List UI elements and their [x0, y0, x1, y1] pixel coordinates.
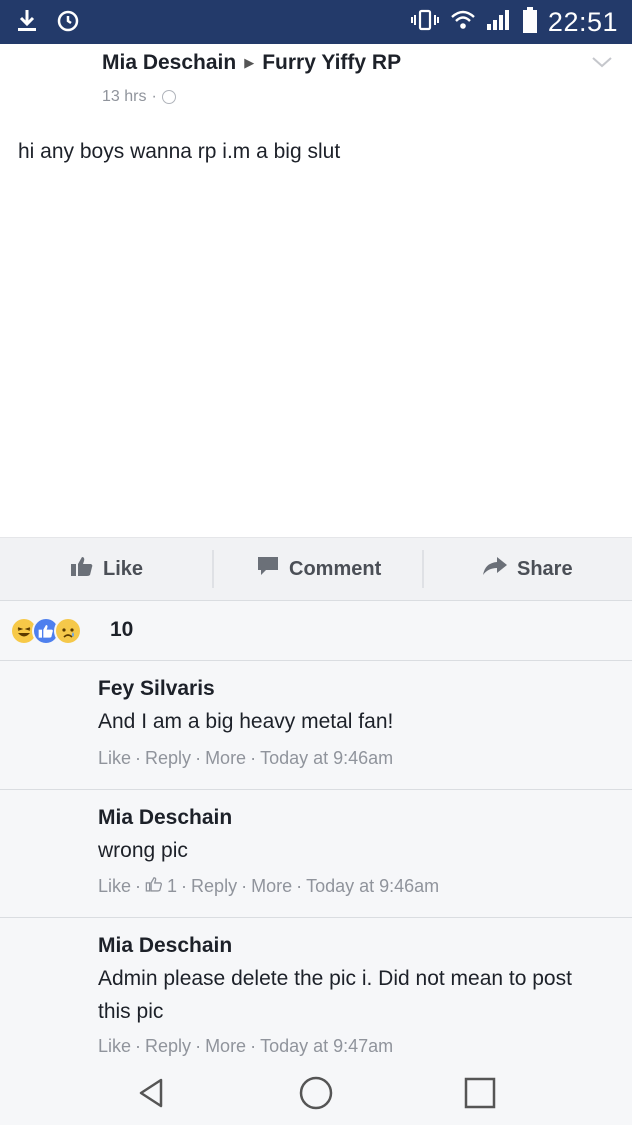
comment-likes-count[interactable]: 1 — [167, 876, 177, 897]
post-body-text: hi any boys wanna rp i.m a big slut — [18, 140, 341, 163]
comment-time[interactable]: Today at 9:47am — [260, 1036, 393, 1057]
separator: · — [135, 1036, 142, 1056]
share-arrow-icon — [482, 556, 508, 582]
comment-item: Mia Deschain wrong pic Like · 1 · Reply · M… — [0, 790, 632, 918]
recents-icon[interactable] — [460, 1073, 500, 1113]
comment-icon — [256, 555, 280, 583]
comment-item: Fey Silvaris And I am a big heavy metal … — [0, 661, 632, 790]
comment-actions: Like · 1 · Reply · More · Today at 9:46am — [98, 876, 439, 897]
comment-like-link[interactable]: Like — [98, 1036, 131, 1057]
arrow-right-icon: ▶ — [244, 55, 255, 70]
comment-reply-link[interactable]: Reply — [145, 748, 191, 769]
thumbs-up-icon — [70, 555, 94, 583]
separator: · — [135, 876, 142, 896]
reactions-summary[interactable]: 10 — [0, 601, 632, 661]
separator: · — [250, 748, 257, 768]
thumbs-up-outline-icon — [145, 876, 163, 897]
share-button[interactable]: Share — [482, 538, 573, 600]
post-group-link[interactable]: Furry Yiffy RP — [262, 51, 401, 75]
vibrate-icon — [410, 8, 440, 37]
reaction-count: 10 — [110, 618, 134, 641]
meta-separator: · — [151, 88, 157, 105]
separator: · — [181, 876, 188, 896]
comment-text: And I am a big heavy metal fan! — [98, 710, 394, 733]
wifi-icon — [450, 9, 476, 36]
like-button[interactable]: Like — [70, 538, 143, 600]
comment-author[interactable]: Mia Deschain — [98, 934, 232, 958]
action-divider — [422, 550, 424, 588]
alarm-icon — [56, 9, 80, 38]
home-icon[interactable] — [296, 1073, 336, 1113]
comment-time[interactable]: Today at 9:46am — [260, 748, 393, 769]
post-meta: 13 hrs · — [102, 88, 176, 106]
comment-reply-link[interactable]: Reply — [145, 1036, 191, 1057]
status-bar-left — [16, 8, 80, 39]
comment-actions: Like · Reply · More · Today at 9:46am — [98, 748, 393, 769]
chevron-down-icon[interactable] — [590, 54, 614, 75]
comment-reply-link[interactable]: Reply — [191, 876, 237, 897]
post-header: Mia Deschain ▶ Furry Yiffy RP 13 hrs · — [0, 44, 632, 124]
comment-time[interactable]: Today at 9:46am — [306, 876, 439, 897]
status-bar-right: 22:51 — [410, 6, 618, 39]
comments-list: Fey Silvaris And I am a big heavy metal … — [0, 661, 632, 1061]
globe-icon — [161, 90, 176, 104]
separator: · — [250, 1036, 257, 1056]
separator: · — [241, 876, 248, 896]
separator: · — [195, 1036, 202, 1056]
comment-item: Mia Deschain Admin please delete the pic… — [0, 918, 632, 1061]
comment-like-link[interactable]: Like — [98, 876, 131, 897]
comment-text: Admin please delete the pic i. Did not m… — [98, 967, 572, 1023]
comment-more-link[interactable]: More — [205, 1036, 246, 1057]
battery-icon — [522, 6, 538, 39]
signal-icon — [486, 8, 512, 37]
status-time: 22:51 — [547, 7, 618, 37]
like-button-label: Like — [103, 557, 144, 580]
post-action-bar: Like Comment Share — [0, 537, 632, 601]
post-title: Mia Deschain ▶ Furry Yiffy RP — [102, 51, 401, 75]
share-button-label: Share — [517, 557, 573, 580]
action-divider — [212, 550, 214, 588]
post-time[interactable]: 13 hrs — [102, 88, 146, 106]
comment-like-link[interactable]: Like — [98, 748, 131, 769]
separator: · — [296, 876, 303, 896]
reaction-icons — [10, 617, 106, 645]
download-icon — [16, 8, 38, 39]
back-icon[interactable] — [132, 1073, 172, 1113]
comment-more-link[interactable]: More — [251, 876, 292, 897]
sad-reaction-icon — [54, 617, 82, 645]
status-bar: 22:51 — [0, 0, 632, 44]
post-author-link[interactable]: Mia Deschain — [102, 51, 236, 75]
comment-author[interactable]: Mia Deschain — [98, 806, 232, 830]
comment-more-link[interactable]: More — [205, 748, 246, 769]
android-nav-bar — [0, 1061, 632, 1125]
separator: · — [135, 748, 142, 768]
comment-button-label: Comment — [289, 557, 382, 580]
comment-actions: Like · Reply · More · Today at 9:47am — [98, 1036, 393, 1057]
comment-author[interactable]: Fey Silvaris — [98, 677, 215, 701]
comment-text: wrong pic — [98, 839, 188, 862]
separator: · — [195, 748, 202, 768]
comment-button[interactable]: Comment — [256, 538, 381, 600]
